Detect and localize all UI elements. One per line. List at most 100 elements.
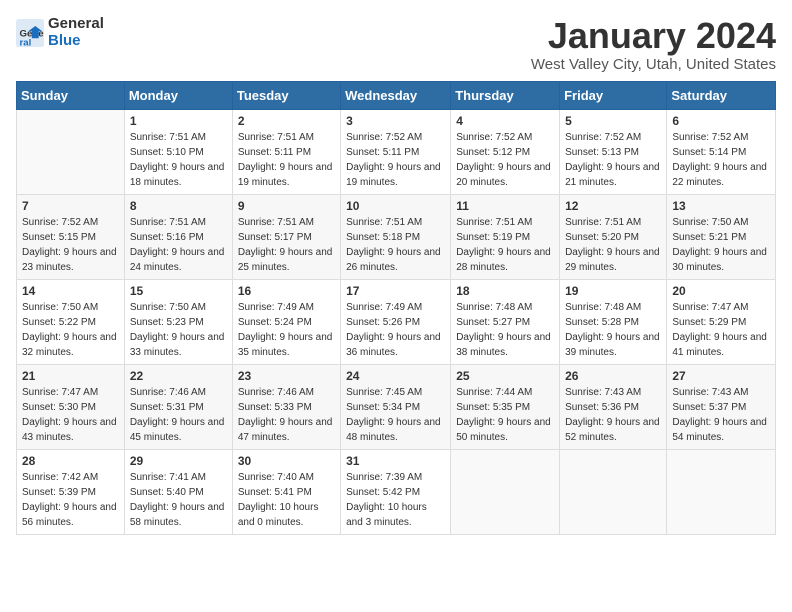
day-number: 30 bbox=[238, 454, 335, 468]
day-info: Sunrise: 7:52 AMSunset: 5:14 PMDaylight:… bbox=[672, 130, 770, 190]
day-cell: 27 Sunrise: 7:43 AMSunset: 5:37 PMDayligh… bbox=[667, 364, 776, 449]
header-row: SundayMondayTuesdayWednesdayThursdayFrid… bbox=[17, 81, 776, 109]
logo-general: General bbox=[48, 15, 104, 32]
day-number: 18 bbox=[456, 284, 554, 298]
day-cell bbox=[17, 109, 125, 194]
day-info: Sunrise: 7:39 AMSunset: 5:42 PMDaylight:… bbox=[346, 470, 445, 530]
day-info: Sunrise: 7:51 AMSunset: 5:19 PMDaylight:… bbox=[456, 215, 554, 275]
day-cell: 31 Sunrise: 7:39 AMSunset: 5:42 PMDayligh… bbox=[341, 449, 451, 534]
day-number: 13 bbox=[672, 199, 770, 213]
day-cell: 21 Sunrise: 7:47 AMSunset: 5:30 PMDayligh… bbox=[17, 364, 125, 449]
day-info: Sunrise: 7:46 AMSunset: 5:33 PMDaylight:… bbox=[238, 385, 335, 445]
header-friday: Friday bbox=[560, 81, 667, 109]
day-info: Sunrise: 7:47 AMSunset: 5:30 PMDaylight:… bbox=[22, 385, 119, 445]
day-cell bbox=[451, 449, 560, 534]
day-number: 29 bbox=[130, 454, 227, 468]
day-info: Sunrise: 7:50 AMSunset: 5:21 PMDaylight:… bbox=[672, 215, 770, 275]
day-number: 20 bbox=[672, 284, 770, 298]
day-number: 2 bbox=[238, 114, 335, 128]
day-number: 11 bbox=[456, 199, 554, 213]
day-cell: 11 Sunrise: 7:51 AMSunset: 5:19 PMDayligh… bbox=[451, 194, 560, 279]
header-wednesday: Wednesday bbox=[341, 81, 451, 109]
week-row-4: 21 Sunrise: 7:47 AMSunset: 5:30 PMDayligh… bbox=[17, 364, 776, 449]
day-cell: 16Sunrise: 7:49 AMSunset: 5:24 PMDayligh… bbox=[232, 279, 340, 364]
day-cell: 6 Sunrise: 7:52 AMSunset: 5:14 PMDaylight… bbox=[667, 109, 776, 194]
day-cell: 10 Sunrise: 7:51 AMSunset: 5:18 PMDayligh… bbox=[341, 194, 451, 279]
day-cell: 25 Sunrise: 7:44 AMSunset: 5:35 PMDayligh… bbox=[451, 364, 560, 449]
day-info: Sunrise: 7:51 AMSunset: 5:11 PMDaylight:… bbox=[238, 130, 335, 190]
svg-text:ral: ral bbox=[20, 37, 32, 47]
day-cell: 7 Sunrise: 7:52 AMSunset: 5:15 PMDaylight… bbox=[17, 194, 125, 279]
day-info: Sunrise: 7:48 AMSunset: 5:28 PMDaylight:… bbox=[565, 300, 661, 360]
day-info: Sunrise: 7:51 AMSunset: 5:10 PMDaylight:… bbox=[130, 130, 227, 190]
day-info: Sunrise: 7:43 AMSunset: 5:37 PMDaylight:… bbox=[672, 385, 770, 445]
day-info: Sunrise: 7:45 AMSunset: 5:34 PMDaylight:… bbox=[346, 385, 445, 445]
day-info: Sunrise: 7:43 AMSunset: 5:36 PMDaylight:… bbox=[565, 385, 661, 445]
day-number: 22 bbox=[130, 369, 227, 383]
calendar-table: SundayMondayTuesdayWednesdayThursdayFrid… bbox=[16, 81, 776, 535]
day-info: Sunrise: 7:52 AMSunset: 5:13 PMDaylight:… bbox=[565, 130, 661, 190]
day-number: 10 bbox=[346, 199, 445, 213]
day-info: Sunrise: 7:41 AMSunset: 5:40 PMDaylight:… bbox=[130, 470, 227, 530]
day-number: 7 bbox=[22, 199, 119, 213]
day-number: 9 bbox=[238, 199, 335, 213]
day-info: Sunrise: 7:48 AMSunset: 5:27 PMDaylight:… bbox=[456, 300, 554, 360]
day-cell: 8Sunrise: 7:51 AMSunset: 5:16 PMDaylight… bbox=[124, 194, 232, 279]
day-number: 23 bbox=[238, 369, 335, 383]
day-cell: 13 Sunrise: 7:50 AMSunset: 5:21 PMDayligh… bbox=[667, 194, 776, 279]
header-thursday: Thursday bbox=[451, 81, 560, 109]
day-cell: 2 Sunrise: 7:51 AMSunset: 5:11 PMDaylight… bbox=[232, 109, 340, 194]
day-cell: 24 Sunrise: 7:45 AMSunset: 5:34 PMDayligh… bbox=[341, 364, 451, 449]
day-cell bbox=[560, 449, 667, 534]
calendar-subtitle: West Valley City, Utah, United States bbox=[531, 56, 776, 73]
day-cell: 15Sunrise: 7:50 AMSunset: 5:23 PMDayligh… bbox=[124, 279, 232, 364]
day-info: Sunrise: 7:51 AMSunset: 5:20 PMDaylight:… bbox=[565, 215, 661, 275]
day-number: 1 bbox=[130, 114, 227, 128]
header-sunday: Sunday bbox=[17, 81, 125, 109]
day-info: Sunrise: 7:51 AMSunset: 5:17 PMDaylight:… bbox=[238, 215, 335, 275]
day-number: 8 bbox=[130, 199, 227, 213]
day-info: Sunrise: 7:49 AMSunset: 5:24 PMDaylight:… bbox=[238, 300, 335, 360]
day-number: 26 bbox=[565, 369, 661, 383]
day-cell: 9 Sunrise: 7:51 AMSunset: 5:17 PMDaylight… bbox=[232, 194, 340, 279]
day-number: 21 bbox=[22, 369, 119, 383]
title-block: January 2024 West Valley City, Utah, Uni… bbox=[531, 16, 776, 73]
page-header: Gene ral General Blue January 2024 West … bbox=[16, 16, 776, 73]
logo-blue: Blue bbox=[48, 32, 81, 49]
day-cell: 30 Sunrise: 7:40 AMSunset: 5:41 PMDayligh… bbox=[232, 449, 340, 534]
day-info: Sunrise: 7:50 AMSunset: 5:23 PMDaylight:… bbox=[130, 300, 227, 360]
week-row-3: 14 Sunrise: 7:50 AMSunset: 5:22 PMDayligh… bbox=[17, 279, 776, 364]
week-row-5: 28Sunrise: 7:42 AMSunset: 5:39 PMDayligh… bbox=[17, 449, 776, 534]
day-info: Sunrise: 7:52 AMSunset: 5:12 PMDaylight:… bbox=[456, 130, 554, 190]
day-info: Sunrise: 7:40 AMSunset: 5:41 PMDaylight:… bbox=[238, 470, 335, 530]
day-info: Sunrise: 7:51 AMSunset: 5:18 PMDaylight:… bbox=[346, 215, 445, 275]
header-tuesday: Tuesday bbox=[232, 81, 340, 109]
day-cell: 23 Sunrise: 7:46 AMSunset: 5:33 PMDayligh… bbox=[232, 364, 340, 449]
logo: Gene ral General Blue bbox=[16, 16, 104, 49]
day-number: 24 bbox=[346, 369, 445, 383]
day-cell: 28Sunrise: 7:42 AMSunset: 5:39 PMDayligh… bbox=[17, 449, 125, 534]
day-info: Sunrise: 7:50 AMSunset: 5:22 PMDaylight:… bbox=[22, 300, 119, 360]
day-number: 27 bbox=[672, 369, 770, 383]
logo-icon: Gene ral bbox=[16, 19, 44, 47]
day-info: Sunrise: 7:52 AMSunset: 5:15 PMDaylight:… bbox=[22, 215, 119, 275]
day-info: Sunrise: 7:47 AMSunset: 5:29 PMDaylight:… bbox=[672, 300, 770, 360]
day-cell: 18 Sunrise: 7:48 AMSunset: 5:27 PMDayligh… bbox=[451, 279, 560, 364]
day-number: 31 bbox=[346, 454, 445, 468]
calendar-title: January 2024 bbox=[531, 16, 776, 56]
day-number: 25 bbox=[456, 369, 554, 383]
header-monday: Monday bbox=[124, 81, 232, 109]
day-info: Sunrise: 7:52 AMSunset: 5:11 PMDaylight:… bbox=[346, 130, 445, 190]
day-info: Sunrise: 7:44 AMSunset: 5:35 PMDaylight:… bbox=[456, 385, 554, 445]
day-cell: 5Sunrise: 7:52 AMSunset: 5:13 PMDaylight… bbox=[560, 109, 667, 194]
day-number: 14 bbox=[22, 284, 119, 298]
header-saturday: Saturday bbox=[667, 81, 776, 109]
day-cell: 4Sunrise: 7:52 AMSunset: 5:12 PMDaylight… bbox=[451, 109, 560, 194]
day-number: 6 bbox=[672, 114, 770, 128]
day-number: 19 bbox=[565, 284, 661, 298]
day-info: Sunrise: 7:42 AMSunset: 5:39 PMDaylight:… bbox=[22, 470, 119, 530]
day-cell: 17Sunrise: 7:49 AMSunset: 5:26 PMDayligh… bbox=[341, 279, 451, 364]
day-cell: 29 Sunrise: 7:41 AMSunset: 5:40 PMDayligh… bbox=[124, 449, 232, 534]
day-cell: 20 Sunrise: 7:47 AMSunset: 5:29 PMDayligh… bbox=[667, 279, 776, 364]
week-row-1: 1 Sunrise: 7:51 AMSunset: 5:10 PMDaylight… bbox=[17, 109, 776, 194]
